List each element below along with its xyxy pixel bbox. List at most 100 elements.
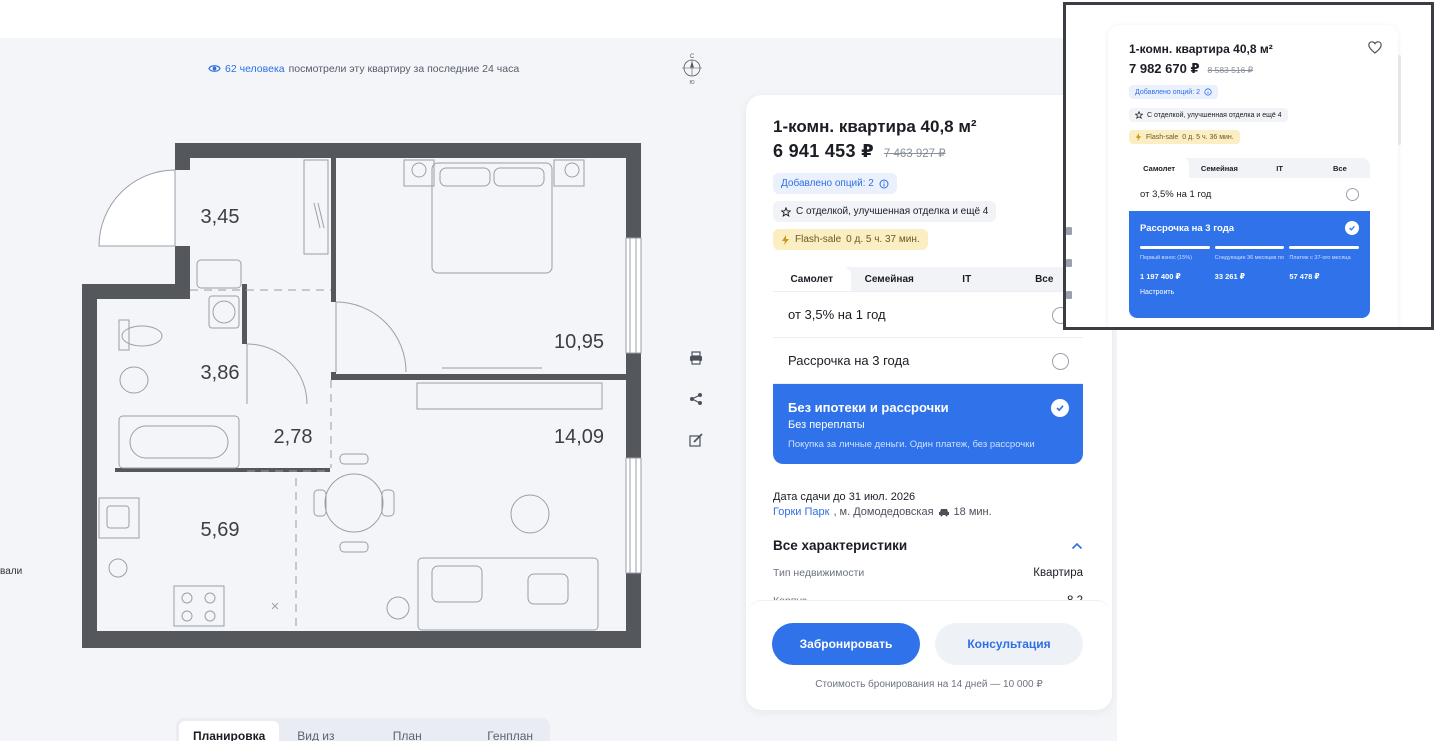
tab-window-view[interactable]: Вид из окон (283, 721, 375, 741)
room-area: 2,78 (274, 426, 313, 448)
tab-it[interactable]: IT (1250, 158, 1310, 178)
inset-payment-options: Самолет Семейная IT Все от 3,5% на 1 год… (1129, 158, 1370, 318)
option-no-mortgage-desc: Покупка за личные деньги. Один платеж, б… (788, 439, 1035, 450)
inset-finish-label: С отделкой, улучшенная отделка и ещё 4 (1147, 111, 1282, 119)
option-mortgage[interactable]: от 3,5% на 1 год (773, 291, 1083, 337)
breakdown-label: Первый взнос (15%) (1140, 255, 1192, 261)
spec-key: Тип недвижимости (773, 567, 865, 579)
edit-icon[interactable] (686, 430, 706, 450)
radio-button[interactable] (1346, 188, 1359, 201)
current-price: 6 941 453 ₽ (773, 141, 874, 161)
flash-sale-label: Flash-sale (795, 234, 842, 245)
consult-button[interactable]: Консультация (935, 623, 1083, 665)
breakdown-col: Первый взнос (15%) 1 197 400 ₽ (1140, 255, 1210, 281)
inset-flash-timer: 0 д. 5 ч. 36 мин. (1182, 133, 1234, 141)
views-count: 62 человека (225, 62, 285, 75)
tab-samolet[interactable]: Самолет (1129, 158, 1190, 178)
scrollbar[interactable] (1398, 55, 1401, 145)
views-text: посмотрели эту квартиру за последние 24 … (288, 62, 520, 75)
left-edge-text: вали (0, 566, 23, 577)
inset-option-mortgage-label: от 3,5% на 1 год (1140, 189, 1212, 200)
spec-value: Квартира (1033, 567, 1083, 579)
inset-option-mortgage[interactable]: от 3,5% на 1 год (1129, 178, 1370, 211)
inset-price-row: 7 982 670 ₽ 8 583 516 ₽ (1129, 61, 1253, 77)
options-chip[interactable]: Добавлено опций: 2 (773, 173, 897, 194)
installment-breakdown: Первый взнос (15%) 1 197 400 ₽ Следующие… (1140, 255, 1359, 281)
view-tabs: Планировка Вид из окон План этажа Генпла… (176, 718, 550, 741)
inset-finish-chip[interactable]: С отделкой, улучшенная отделка и ещё 4 (1129, 108, 1288, 122)
room-area: 10,95 (554, 331, 604, 353)
apartment-card: 1-комн. квартира 40,8 м² 6 941 453 ₽ 7 4… (746, 95, 1112, 710)
option-installment-label: Рассрочка на 3 года (788, 353, 910, 368)
apartment-title: 1-комн. квартира 40,8 м² (773, 117, 977, 136)
progress-segment (1214, 246, 1285, 249)
option-no-mortgage[interactable]: Без ипотеки и рассрочки Без переплаты По… (773, 383, 1083, 464)
payment-tabs: Самолет Семейная IT Все (773, 267, 1083, 291)
project-link[interactable]: Горки Парк (773, 506, 829, 518)
eye-icon (208, 65, 221, 72)
inset-flash-label: Flash-sale (1146, 133, 1179, 141)
inset-title: 1-комн. квартира 40,8 м² (1129, 42, 1273, 56)
breakdown-value: 1 197 400 ₽ (1140, 272, 1181, 281)
configure-link[interactable]: Настроить (1140, 289, 1359, 296)
compass-icon: С Ю (674, 50, 710, 86)
star-icon (781, 206, 791, 217)
breakdown-label: Следующие 36 месяцев по (1214, 255, 1284, 261)
tab-samolet[interactable]: Самолет (773, 267, 851, 291)
check-icon[interactable] (1345, 221, 1359, 235)
finish-chip-label: С отделкой, улучшенная отделка и ещё 4 (796, 206, 989, 217)
tab-family[interactable]: Семейная (851, 267, 929, 291)
spec-row: Тип недвижимости Квартира (773, 567, 1083, 579)
price-row: 6 941 453 ₽ 7 463 927 ₽ (773, 141, 946, 162)
old-price: 7 463 927 ₽ (883, 148, 946, 160)
inset-old-price: 8 583 516 ₽ (1207, 65, 1254, 75)
check-icon[interactable] (1051, 399, 1069, 417)
travel-time: 18 мин. (953, 506, 992, 518)
info-icon (1204, 88, 1212, 96)
finish-chip[interactable]: С отделкой, улучшенная отделка и ещё 4 (773, 201, 997, 222)
lightning-icon (1135, 133, 1142, 141)
specs-title: Все характеристики (773, 538, 908, 553)
breakdown-col: Следующие 36 месяцев по 33 261 ₽ (1215, 255, 1285, 281)
views-counter: 62 человека посмотрели эту квартиру за п… (208, 62, 519, 75)
location: Горки Парк , м. Домодедовская 18 мин. (773, 506, 992, 518)
floor-plan: 3,45 10,95 3,86 2,78 14,09 5,69 (82, 143, 642, 648)
payment-options: Самолет Семейная IT Все от 3,5% на 1 год… (773, 267, 1083, 464)
radio-button[interactable] (1052, 353, 1069, 370)
metro-station: , м. Домодедовская (833, 506, 934, 518)
heart-icon[interactable] (1368, 41, 1382, 54)
compass-north: С (690, 54, 695, 60)
print-icon (1066, 227, 1072, 235)
inset-options-chip[interactable]: Добавлено опций: 2 (1129, 85, 1218, 99)
lightning-icon (782, 234, 789, 245)
tab-floor-plan[interactable]: План этажа (379, 721, 469, 741)
option-installment[interactable]: Рассрочка на 3 года (773, 337, 1083, 383)
print-icon[interactable] (686, 348, 706, 368)
room-area: 3,86 (201, 362, 240, 384)
option-mortgage-label: от 3,5% на 1 год (788, 307, 886, 322)
room-area: 14,09 (554, 426, 604, 448)
progress-segment (1289, 246, 1360, 249)
inset-apartment-card: 1-комн. квартира 40,8 м² 7 982 670 ₽ 8 5… (1108, 25, 1398, 327)
compass-south: Ю (689, 80, 694, 86)
chevron-up-icon (1071, 542, 1083, 549)
share-icon (1066, 259, 1072, 267)
breakdown-value: 57 478 ₽ (1289, 272, 1320, 281)
options-chip-label: Добавлено опций: 2 (781, 178, 874, 189)
book-button[interactable]: Забронировать (772, 623, 920, 665)
specs-toggle[interactable]: Все характеристики (773, 538, 1083, 553)
tab-master-plan[interactable]: Генплан (473, 721, 547, 741)
tab-all[interactable]: Все (1310, 158, 1370, 178)
installment-progress (1140, 246, 1360, 249)
inset-option-installment[interactable]: Рассрочка на 3 года Первый взнос (15%) 1… (1129, 211, 1370, 318)
car-icon (938, 509, 949, 517)
tab-layout[interactable]: Планировка (179, 721, 280, 741)
tab-family[interactable]: Семейная (1189, 158, 1249, 178)
share-icon[interactable] (686, 389, 706, 409)
breakdown-label: Платеж с 37-ого месяца (1289, 255, 1351, 261)
inset-installment-title: Рассрочка на 3 года (1140, 223, 1235, 234)
tab-it[interactable]: IT (928, 267, 1006, 291)
option-no-mortgage-title: Без ипотеки и рассрочки (788, 400, 949, 415)
option-no-mortgage-subtitle: Без переплаты (788, 419, 865, 431)
inset-payment-tabs: Самолет Семейная IT Все (1129, 158, 1370, 178)
